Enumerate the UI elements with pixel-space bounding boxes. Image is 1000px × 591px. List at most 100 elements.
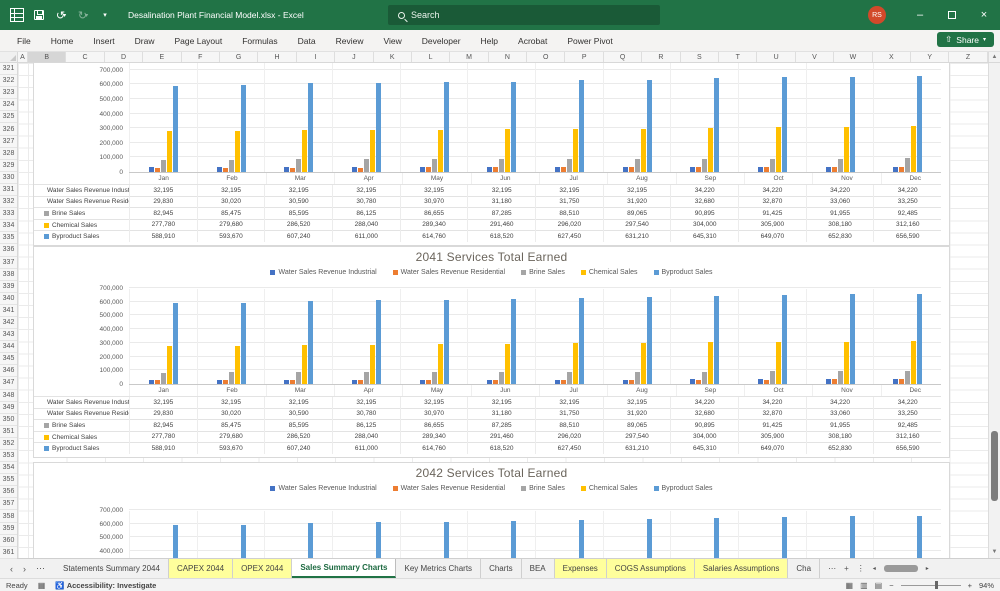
column-header-N[interactable]: N: [489, 52, 527, 62]
row-header-355[interactable]: 355: [0, 474, 17, 486]
excel-logo-icon[interactable]: [8, 6, 26, 24]
column-header-Q[interactable]: Q: [604, 52, 642, 62]
row-header-348[interactable]: 348: [0, 390, 17, 402]
page-layout-view-icon[interactable]: ▥: [860, 581, 868, 590]
sheet-tab-cogs-assumptions[interactable]: COGS Assumptions: [607, 559, 695, 578]
row-header-341[interactable]: 341: [0, 305, 17, 317]
ribbon-tab-view[interactable]: View: [375, 33, 411, 49]
column-header-R[interactable]: R: [642, 52, 680, 62]
sheet-tab-opex-2044[interactable]: OPEX 2044: [233, 559, 292, 578]
row-header-359[interactable]: 359: [0, 523, 17, 535]
row-header-336[interactable]: 336: [0, 244, 17, 256]
sheet-next-icon[interactable]: ›: [23, 564, 26, 574]
ribbon-tab-home[interactable]: Home: [42, 33, 83, 49]
sheet-more-icon[interactable]: ⋯: [36, 563, 45, 574]
row-header-344[interactable]: 344: [0, 341, 17, 353]
ribbon-tab-review[interactable]: Review: [327, 33, 373, 49]
row-header-322[interactable]: 322: [0, 75, 17, 87]
zoom-slider[interactable]: [901, 585, 961, 586]
hscroll-left-icon[interactable]: ◂: [873, 565, 876, 572]
chart-2042-services-total-earned[interactable]: 2042 Services Total EarnedWater Sales Re…: [33, 462, 950, 558]
row-header-358[interactable]: 358: [0, 510, 17, 522]
restore-icon[interactable]: [936, 0, 968, 30]
vertical-scroll-up-icon[interactable]: ▲: [988, 52, 1000, 62]
save-icon[interactable]: [30, 6, 48, 24]
ribbon-tab-page-layout[interactable]: Page Layout: [166, 33, 232, 49]
ribbon-tab-acrobat[interactable]: Acrobat: [509, 33, 556, 49]
redo-icon[interactable]: ↻▾: [74, 6, 92, 24]
row-header-361[interactable]: 361: [0, 547, 17, 559]
macro-record-icon[interactable]: ▦: [38, 581, 46, 590]
column-header-E[interactable]: E: [143, 52, 181, 62]
all-sheets-icon[interactable]: ⋯: [828, 564, 836, 573]
column-header-O[interactable]: O: [527, 52, 565, 62]
qat-customize-icon[interactable]: ▾: [96, 6, 114, 24]
normal-view-icon[interactable]: ▦: [846, 581, 854, 590]
sheet-tab-sales-summary-charts[interactable]: Sales Summary Charts: [292, 559, 396, 578]
ribbon-tab-power-pivot[interactable]: Power Pivot: [558, 33, 621, 49]
column-header-B[interactable]: B: [28, 52, 66, 62]
row-header-335[interactable]: 335: [0, 232, 17, 244]
row-header-323[interactable]: 323: [0, 87, 17, 99]
sheet-canvas[interactable]: Water Sales Revenue IndustrialWater Sale…: [18, 63, 988, 558]
ribbon-tab-draw[interactable]: Draw: [126, 33, 164, 49]
column-header-A[interactable]: A: [18, 52, 28, 62]
column-header-W[interactable]: W: [834, 52, 872, 62]
row-header-340[interactable]: 340: [0, 293, 17, 305]
tabbar-menu-icon[interactable]: ⋮: [857, 564, 865, 573]
ribbon-tab-help[interactable]: Help: [472, 33, 507, 49]
minimize-icon[interactable]: –: [904, 0, 936, 30]
row-header-326[interactable]: 326: [0, 123, 17, 135]
row-header-331[interactable]: 331: [0, 184, 17, 196]
column-header-H[interactable]: H: [258, 52, 296, 62]
column-header-Y[interactable]: Y: [911, 52, 949, 62]
column-header-M[interactable]: M: [450, 52, 488, 62]
select-all-corner[interactable]: [0, 52, 18, 62]
row-header-353[interactable]: 353: [0, 450, 17, 462]
vertical-scrollbar[interactable]: ▼: [988, 63, 1000, 558]
chart-partial-top[interactable]: Water Sales Revenue IndustrialWater Sale…: [33, 63, 950, 246]
close-icon[interactable]: ×: [968, 0, 1000, 30]
new-sheet-icon[interactable]: +: [844, 564, 849, 573]
vertical-scroll-thumb[interactable]: [991, 431, 998, 501]
column-header-L[interactable]: L: [412, 52, 450, 62]
ribbon-tab-formulas[interactable]: Formulas: [233, 33, 286, 49]
row-header-325[interactable]: 325: [0, 111, 17, 123]
column-header-K[interactable]: K: [374, 52, 412, 62]
row-header-346[interactable]: 346: [0, 365, 17, 377]
undo-icon[interactable]: ↺▾: [52, 6, 70, 24]
ribbon-tab-insert[interactable]: Insert: [84, 33, 123, 49]
sheet-tab-bea[interactable]: BEA: [522, 559, 555, 578]
row-header-324[interactable]: 324: [0, 99, 17, 111]
row-header-329[interactable]: 329: [0, 160, 17, 172]
page-break-view-icon[interactable]: ▤: [875, 581, 883, 590]
row-header-357[interactable]: 357: [0, 498, 17, 510]
row-header-337[interactable]: 337: [0, 257, 17, 269]
zoom-slider-thumb[interactable]: [935, 581, 938, 589]
column-header-I[interactable]: I: [297, 52, 335, 62]
row-header-328[interactable]: 328: [0, 148, 17, 160]
share-button[interactable]: ⇧ Share ▾: [937, 32, 994, 47]
column-header-S[interactable]: S: [681, 52, 719, 62]
avatar[interactable]: RS: [868, 6, 886, 24]
row-header-349[interactable]: 349: [0, 402, 17, 414]
zoom-percent[interactable]: 94%: [979, 581, 994, 590]
zoom-in-icon[interactable]: +: [968, 581, 972, 590]
column-header-G[interactable]: G: [220, 52, 258, 62]
row-header-339[interactable]: 339: [0, 281, 17, 293]
ribbon-tab-developer[interactable]: Developer: [413, 33, 470, 49]
zoom-out-icon[interactable]: −: [889, 581, 893, 590]
column-header-F[interactable]: F: [182, 52, 220, 62]
row-header-345[interactable]: 345: [0, 353, 17, 365]
row-header-350[interactable]: 350: [0, 414, 17, 426]
row-header-354[interactable]: 354: [0, 462, 17, 474]
row-header-330[interactable]: 330: [0, 172, 17, 184]
column-header-V[interactable]: V: [796, 52, 834, 62]
sheet-tab-key-metrics-charts[interactable]: Key Metrics Charts: [396, 559, 481, 578]
chart-2041-services-total-earned[interactable]: 2041 Services Total EarnedWater Sales Re…: [33, 246, 950, 458]
row-header-333[interactable]: 333: [0, 208, 17, 220]
column-header-P[interactable]: P: [565, 52, 603, 62]
row-header-338[interactable]: 338: [0, 269, 17, 281]
row-header-327[interactable]: 327: [0, 136, 17, 148]
sheet-tab-expenses[interactable]: Expenses: [555, 559, 607, 578]
